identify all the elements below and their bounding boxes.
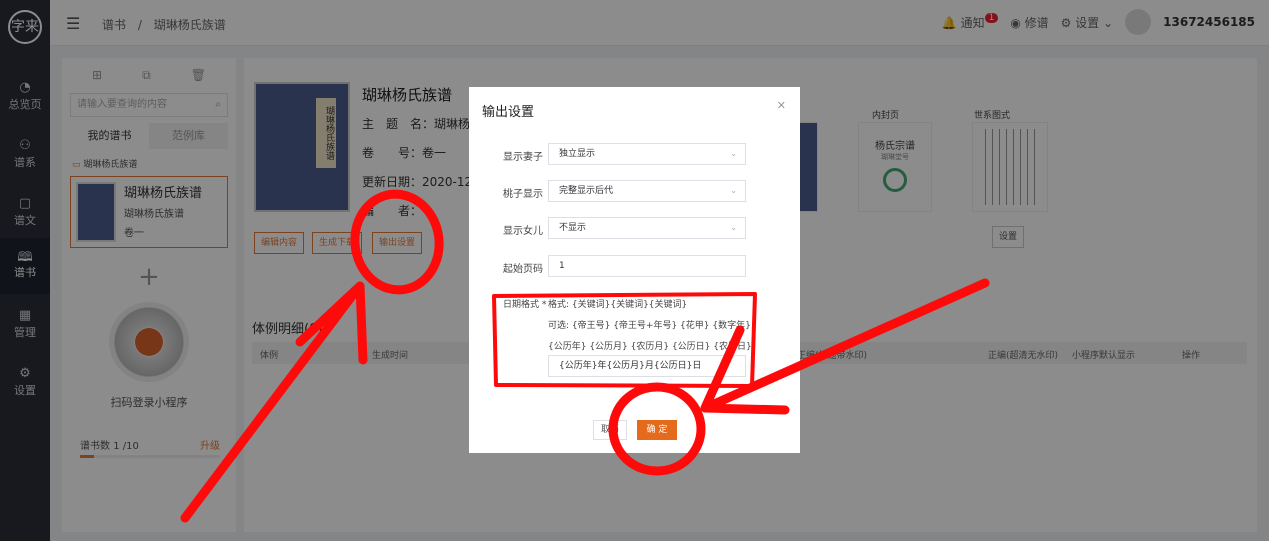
show-daughter-label: 显示女儿	[503, 226, 543, 237]
chevron-down-icon: ⌄	[730, 186, 737, 195]
chevron-down-icon: ⌄	[730, 149, 737, 158]
date-format-options: 可选: {帝王号} {帝王号+年号} {花甲} {数字年}	[548, 321, 751, 331]
date-format-hint: 格式: {关键词}{关键词}{关键词}	[548, 300, 688, 310]
confirm-button[interactable]: 确 定	[637, 420, 677, 440]
close-icon[interactable]: ✕	[777, 99, 786, 112]
date-format-label: 日期格式 *	[503, 300, 547, 310]
date-format-options-2: {公历年} {公历月} {农历月} {公历日} {农历日}	[548, 342, 752, 352]
peach-display-label: 桃子显示	[503, 189, 543, 200]
chevron-down-icon: ⌄	[730, 223, 737, 232]
peach-display-select[interactable]: 完整显示后代 ⌄	[548, 180, 746, 202]
start-page-input[interactable]: 1	[548, 255, 746, 277]
dialog-title: 输出设置	[482, 105, 535, 120]
cancel-button[interactable]: 取消	[593, 420, 627, 440]
start-page-label: 起始页码	[503, 264, 543, 275]
output-settings-dialog: 输出设置 ✕ 显示妻子 独立显示 ⌄ 桃子显示 完整显示后代 ⌄ 显示女儿 不显示 ⌄…	[469, 87, 800, 453]
show-daughter-select[interactable]: 不显示 ⌄	[548, 217, 746, 239]
show-wife-label: 显示妻子	[503, 152, 543, 163]
date-format-input[interactable]: {公历年}年{公历月}月{公历日}日	[548, 355, 746, 377]
show-wife-select[interactable]: 独立显示 ⌄	[548, 143, 746, 165]
